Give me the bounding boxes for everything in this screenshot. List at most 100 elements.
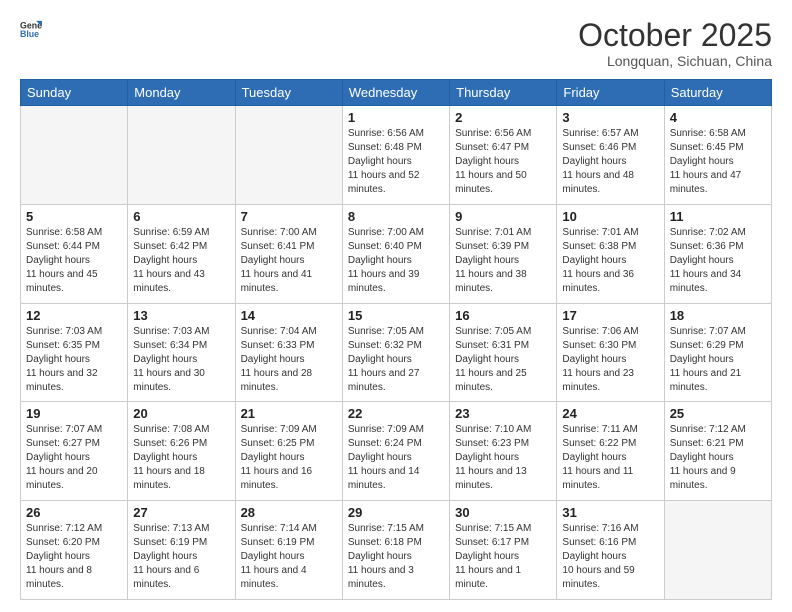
day-number: 20 <box>133 406 229 421</box>
col-sunday: Sunday <box>21 80 128 106</box>
col-wednesday: Wednesday <box>342 80 449 106</box>
logo-icon: General Blue <box>20 18 42 40</box>
cell-info: Sunrise: 7:01 AMSunset: 6:39 PMDaylight … <box>455 226 551 296</box>
cell-info: Sunrise: 6:56 AMSunset: 6:48 PMDaylight … <box>348 127 444 197</box>
day-number: 25 <box>670 406 766 421</box>
day-number: 3 <box>562 110 658 125</box>
col-friday: Friday <box>557 80 664 106</box>
table-row: 24 Sunrise: 7:11 AMSunset: 6:22 PMDayligh… <box>557 402 664 501</box>
day-number: 24 <box>562 406 658 421</box>
cell-info: Sunrise: 7:13 AMSunset: 6:19 PMDaylight … <box>133 522 229 592</box>
day-number: 27 <box>133 505 229 520</box>
logo: General Blue <box>20 18 42 40</box>
day-number: 16 <box>455 308 551 323</box>
table-row: 31 Sunrise: 7:16 AMSunset: 6:16 PMDayligh… <box>557 501 664 600</box>
table-row: 20 Sunrise: 7:08 AMSunset: 6:26 PMDayligh… <box>128 402 235 501</box>
cell-info: Sunrise: 7:09 AMSunset: 6:25 PMDaylight … <box>241 423 337 493</box>
cell-info: Sunrise: 6:58 AMSunset: 6:44 PMDaylight … <box>26 226 122 296</box>
day-number: 7 <box>241 209 337 224</box>
table-row: 30 Sunrise: 7:15 AMSunset: 6:17 PMDayligh… <box>450 501 557 600</box>
day-number: 17 <box>562 308 658 323</box>
cell-info: Sunrise: 7:06 AMSunset: 6:30 PMDaylight … <box>562 325 658 395</box>
cell-info: Sunrise: 7:05 AMSunset: 6:32 PMDaylight … <box>348 325 444 395</box>
day-number: 15 <box>348 308 444 323</box>
cell-info: Sunrise: 7:09 AMSunset: 6:24 PMDaylight … <box>348 423 444 493</box>
day-number: 12 <box>26 308 122 323</box>
day-number: 14 <box>241 308 337 323</box>
col-monday: Monday <box>128 80 235 106</box>
table-row: 28Sunrise: 7:14 AMSunset: 6:19 PMDayligh… <box>235 501 342 600</box>
title-section: October 2025 Longquan, Sichuan, China <box>578 18 772 69</box>
day-number: 21 <box>241 406 337 421</box>
table-row: 27 Sunrise: 7:13 AMSunset: 6:19 PMDayligh… <box>128 501 235 600</box>
cell-info: Sunrise: 7:03 AMSunset: 6:34 PMDaylight … <box>133 325 229 395</box>
table-row: 29 Sunrise: 7:15 AMSunset: 6:18 PMDayligh… <box>342 501 449 600</box>
table-row <box>664 501 771 600</box>
day-number: 13 <box>133 308 229 323</box>
table-row: 25 Sunrise: 7:12 AMSunset: 6:21 PMDayligh… <box>664 402 771 501</box>
day-number: 5 <box>26 209 122 224</box>
table-row: 8Sunrise: 7:00 AMSunset: 6:40 PMDaylight… <box>342 204 449 303</box>
table-row: 3Sunrise: 6:57 AMSunset: 6:46 PMDaylight… <box>557 106 664 205</box>
col-tuesday: Tuesday <box>235 80 342 106</box>
day-number: 18 <box>670 308 766 323</box>
table-row: 1 Sunrise: 6:56 AMSunset: 6:48 PMDaylight… <box>342 106 449 205</box>
cell-info: Sunrise: 6:58 AMSunset: 6:45 PMDaylight … <box>670 127 766 197</box>
cell-info: Sunrise: 6:59 AMSunset: 6:42 PMDaylight … <box>133 226 229 296</box>
col-saturday: Saturday <box>664 80 771 106</box>
table-row <box>128 106 235 205</box>
cell-info: Sunrise: 7:03 AMSunset: 6:35 PMDaylight … <box>26 325 122 395</box>
cell-info: Sunrise: 7:15 AMSunset: 6:17 PMDaylight … <box>455 522 551 592</box>
calendar-header-row: Sunday Monday Tuesday Wednesday Thursday… <box>21 80 772 106</box>
day-number: 11 <box>670 209 766 224</box>
day-number: 22 <box>348 406 444 421</box>
calendar-week-row: 26 Sunrise: 7:12 AMSunset: 6:20 PMDayligh… <box>21 501 772 600</box>
table-row <box>235 106 342 205</box>
day-number: 26 <box>26 505 122 520</box>
location: Longquan, Sichuan, China <box>578 53 772 69</box>
header: General Blue October 2025 Longquan, Sich… <box>20 18 772 69</box>
table-row: 17 Sunrise: 7:06 AMSunset: 6:30 PMDayligh… <box>557 303 664 402</box>
calendar-week-row: 1 Sunrise: 6:56 AMSunset: 6:48 PMDaylight… <box>21 106 772 205</box>
day-number: 6 <box>133 209 229 224</box>
table-row: 14 Sunrise: 7:04 AMSunset: 6:33 PMDayligh… <box>235 303 342 402</box>
table-row <box>21 106 128 205</box>
table-row: 22 Sunrise: 7:09 AMSunset: 6:24 PMDayligh… <box>342 402 449 501</box>
day-number: 2 <box>455 110 551 125</box>
cell-info: Sunrise: 7:12 AMSunset: 6:21 PMDaylight … <box>670 423 766 493</box>
cell-info: Sunrise: 7:15 AMSunset: 6:18 PMDaylight … <box>348 522 444 592</box>
day-number: 31 <box>562 505 658 520</box>
table-row: 11 Sunrise: 7:02 AMSunset: 6:36 PMDayligh… <box>664 204 771 303</box>
day-number: 29 <box>348 505 444 520</box>
day-number: 4 <box>670 110 766 125</box>
cell-info: Sunrise: 7:02 AMSunset: 6:36 PMDaylight … <box>670 226 766 296</box>
cell-info: Sunrise: 7:12 AMSunset: 6:20 PMDaylight … <box>26 522 122 592</box>
table-row: 15 Sunrise: 7:05 AMSunset: 6:32 PMDayligh… <box>342 303 449 402</box>
cell-info: Sunrise: 7:10 AMSunset: 6:23 PMDaylight … <box>455 423 551 493</box>
day-number: 1 <box>348 110 444 125</box>
cell-info: Sunrise: 7:07 AMSunset: 6:27 PMDaylight … <box>26 423 122 493</box>
table-row: 9 Sunrise: 7:01 AMSunset: 6:39 PMDaylight… <box>450 204 557 303</box>
day-number: 10 <box>562 209 658 224</box>
col-thursday: Thursday <box>450 80 557 106</box>
page: General Blue October 2025 Longquan, Sich… <box>0 0 792 612</box>
cell-info: Sunrise: 7:14 AMSunset: 6:19 PMDaylight … <box>241 522 337 592</box>
calendar-table: Sunday Monday Tuesday Wednesday Thursday… <box>20 79 772 600</box>
day-number: 9 <box>455 209 551 224</box>
table-row: 5 Sunrise: 6:58 AMSunset: 6:44 PMDaylight… <box>21 204 128 303</box>
table-row: 6 Sunrise: 6:59 AMSunset: 6:42 PMDaylight… <box>128 204 235 303</box>
table-row: 19 Sunrise: 7:07 AMSunset: 6:27 PMDayligh… <box>21 402 128 501</box>
cell-info: Sunrise: 7:01 AMSunset: 6:38 PMDaylight … <box>562 226 658 296</box>
cell-info: Sunrise: 7:04 AMSunset: 6:33 PMDaylight … <box>241 325 337 395</box>
cell-info: Sunrise: 7:11 AMSunset: 6:22 PMDaylight … <box>562 423 658 493</box>
day-number: 30 <box>455 505 551 520</box>
day-number: 8 <box>348 209 444 224</box>
cell-info: Sunrise: 7:08 AMSunset: 6:26 PMDaylight … <box>133 423 229 493</box>
cell-info: Sunrise: 7:00 AMSunset: 6:41 PMDaylight … <box>241 226 337 296</box>
table-row: 4 Sunrise: 6:58 AMSunset: 6:45 PMDaylight… <box>664 106 771 205</box>
day-number: 23 <box>455 406 551 421</box>
cell-info: Sunrise: 7:16 AMSunset: 6:16 PMDaylight … <box>562 522 658 592</box>
table-row: 13 Sunrise: 7:03 AMSunset: 6:34 PMDayligh… <box>128 303 235 402</box>
day-number: 19 <box>26 406 122 421</box>
calendar-week-row: 5 Sunrise: 6:58 AMSunset: 6:44 PMDaylight… <box>21 204 772 303</box>
